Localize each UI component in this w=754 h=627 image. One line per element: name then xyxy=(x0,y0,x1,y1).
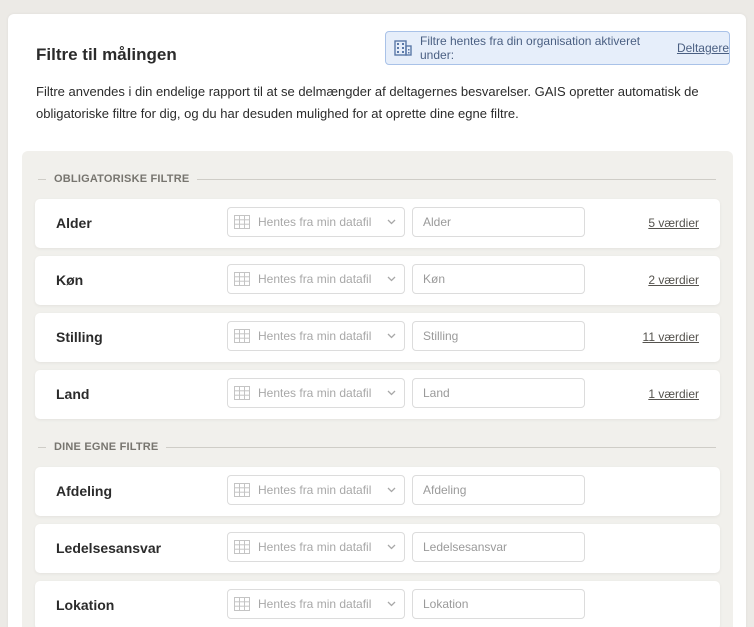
source-select[interactable]: Hentes fra min datafil xyxy=(227,321,405,351)
filter-label-input[interactable] xyxy=(412,321,585,351)
section-header-custom: DINE EGNE FILTRE xyxy=(38,440,716,454)
table-grid-icon xyxy=(234,540,250,554)
select-value: Hentes fra min datafil xyxy=(258,483,372,497)
filters-panel: OBLIGATORISKE FILTRE Alder Hentes fra mi… xyxy=(22,151,733,627)
filter-name: Ledelsesansvar xyxy=(56,540,162,556)
deltagere-link[interactable]: Deltagere xyxy=(677,41,729,55)
source-select[interactable]: Hentes fra min datafil xyxy=(227,264,405,294)
select-value: Hentes fra min datafil xyxy=(258,597,372,611)
table-grid-icon xyxy=(234,386,250,400)
filter-row-land: Land Hentes fra min datafil 1 værdier xyxy=(35,370,720,419)
filter-row-afdeling: Afdeling Hentes fra min datafil xyxy=(35,467,720,516)
chevron-down-icon xyxy=(387,333,396,339)
divider xyxy=(166,446,716,448)
source-select[interactable]: Hentes fra min datafil xyxy=(227,532,405,562)
source-select[interactable]: Hentes fra min datafil xyxy=(227,475,405,505)
chevron-down-icon xyxy=(387,276,396,282)
filter-label-input[interactable] xyxy=(412,475,585,505)
select-value: Hentes fra min datafil xyxy=(258,215,372,229)
filter-name: Afdeling xyxy=(56,483,112,499)
filter-label-input[interactable] xyxy=(412,207,585,237)
filter-name: Lokation xyxy=(56,597,115,613)
values-link[interactable]: 5 værdier xyxy=(648,199,699,248)
section-title: DINE EGNE FILTRE xyxy=(54,441,159,453)
info-text: Filtre hentes fra din organisation aktiv… xyxy=(420,34,641,62)
table-grid-icon xyxy=(234,597,250,611)
filter-label-input[interactable] xyxy=(412,589,585,619)
filter-name: Land xyxy=(56,386,90,402)
section-header-mandatory: OBLIGATORISKE FILTRE xyxy=(38,172,716,186)
values-link[interactable]: 11 værdier xyxy=(643,313,699,362)
filter-row-ledelsesansvar: Ledelsesansvar Hentes fra min datafil xyxy=(35,524,720,573)
chevron-down-icon xyxy=(387,601,396,607)
table-grid-icon xyxy=(234,483,250,497)
divider xyxy=(38,446,46,448)
filter-label-input[interactable] xyxy=(412,378,585,408)
filter-name: Stilling xyxy=(56,329,103,345)
filter-name: Alder xyxy=(56,215,92,231)
page-title: Filtre til målingen xyxy=(36,45,177,64)
description: Filtre anvendes i din endelige rapport t… xyxy=(36,84,699,121)
values-link[interactable]: 2 værdier xyxy=(648,256,699,305)
select-value: Hentes fra min datafil xyxy=(258,329,372,343)
section-title: OBLIGATORISKE FILTRE xyxy=(54,173,190,185)
chevron-down-icon xyxy=(387,544,396,550)
select-value: Hentes fra min datafil xyxy=(258,540,372,554)
source-select[interactable]: Hentes fra min datafil xyxy=(227,589,405,619)
filter-row-stilling: Stilling Hentes fra min datafil 11 værdi… xyxy=(35,313,720,362)
chevron-down-icon xyxy=(387,390,396,396)
source-select[interactable]: Hentes fra min datafil xyxy=(227,378,405,408)
chevron-down-icon xyxy=(387,487,396,493)
filter-label-input[interactable] xyxy=(412,264,585,294)
filters-card: Filtre til målingen Filtre hentes fra di… xyxy=(8,14,746,627)
filter-row-køn: Køn Hentes fra min datafil 2 værdier xyxy=(35,256,720,305)
chevron-down-icon xyxy=(387,219,396,225)
filter-label-input[interactable] xyxy=(412,532,585,562)
filter-row-alder: Alder Hentes fra min datafil 5 værdier xyxy=(35,199,720,248)
filter-row-lokation: Lokation Hentes fra min datafil xyxy=(35,581,720,627)
building-icon xyxy=(394,40,412,56)
select-value: Hentes fra min datafil xyxy=(258,272,372,286)
table-grid-icon xyxy=(234,215,250,229)
divider xyxy=(38,178,46,180)
table-grid-icon xyxy=(234,272,250,286)
values-link[interactable]: 1 værdier xyxy=(648,370,699,419)
filter-name: Køn xyxy=(56,272,84,288)
divider xyxy=(197,178,716,180)
select-value: Hentes fra min datafil xyxy=(258,386,372,400)
source-select[interactable]: Hentes fra min datafil xyxy=(227,207,405,237)
table-grid-icon xyxy=(234,329,250,343)
info-banner: Filtre hentes fra din organisation aktiv… xyxy=(385,31,730,65)
